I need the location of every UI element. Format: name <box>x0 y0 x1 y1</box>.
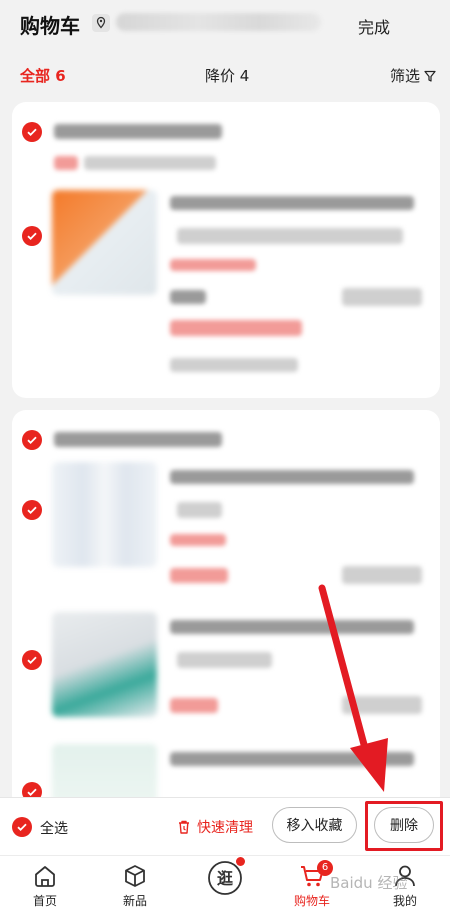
tab-new-label: 新品 <box>122 894 147 908</box>
service-text-blurred <box>170 358 298 372</box>
product-discount-blurred <box>170 534 226 546</box>
tab-home[interactable]: 首页 <box>15 862 75 909</box>
promo-text-blurred <box>84 156 216 170</box>
check-icon <box>27 656 37 664</box>
check-icon <box>17 823 27 831</box>
product-image[interactable] <box>52 612 157 717</box>
header: 购物车 完成 <box>0 0 450 50</box>
browse-glyph: 逛 <box>217 869 233 888</box>
trash-clock-icon <box>179 820 189 834</box>
quantity-stepper-blurred[interactable] <box>342 696 422 714</box>
select-all-checkbox[interactable] <box>12 817 32 837</box>
page-title: 购物车 <box>20 14 80 38</box>
cart-store-card <box>12 102 440 398</box>
check-icon <box>27 506 37 514</box>
filter-tabs: 全部 6 降价 4 筛选 <box>0 56 450 92</box>
check-icon <box>27 128 37 136</box>
filter-icon <box>424 70 436 82</box>
tab-home-label: 首页 <box>32 894 57 908</box>
select-all-label[interactable]: 全选 <box>40 818 68 838</box>
done-button[interactable]: 完成 <box>358 14 390 38</box>
quantity-stepper-blurred[interactable] <box>342 288 422 306</box>
product-title-blurred[interactable] <box>170 196 414 210</box>
product-spec-blurred[interactable] <box>177 228 403 244</box>
cart-store-card <box>12 410 440 810</box>
quick-clean-label: 快速清理 <box>197 820 253 836</box>
promo-price-blurred <box>170 320 302 336</box>
watermark: Baidu 经验 <box>330 874 408 892</box>
product-title-blurred[interactable] <box>170 470 414 484</box>
tab-price-drop[interactable]: 降价 4 <box>205 65 249 86</box>
quick-clean-button[interactable]: 快速清理 <box>176 817 253 837</box>
store-select-checkbox[interactable] <box>22 122 42 142</box>
filter-button[interactable]: 筛选 <box>390 65 436 86</box>
store-name-blurred[interactable] <box>54 432 222 447</box>
move-to-favorites-button[interactable]: 移入收藏 <box>272 807 357 843</box>
delete-button-highlight <box>365 801 443 851</box>
tab-cart-label: 购物车 <box>293 894 330 908</box>
filter-label: 筛选 <box>390 67 421 85</box>
promo-tag-blurred <box>54 156 78 170</box>
item-select-checkbox[interactable] <box>22 500 42 520</box>
location-icon[interactable] <box>92 14 110 32</box>
box-icon <box>125 865 145 887</box>
product-price-blurred <box>170 290 206 304</box>
tab-browse[interactable]: 逛 <box>195 857 255 898</box>
tab-new[interactable]: 新品 <box>105 862 165 909</box>
product-spec-blurred[interactable] <box>177 652 272 668</box>
address-text-blurred[interactable] <box>116 13 321 31</box>
item-select-checkbox[interactable] <box>22 650 42 670</box>
product-price-blurred <box>170 568 228 583</box>
notification-dot <box>236 857 245 866</box>
store-name-blurred[interactable] <box>54 124 222 139</box>
product-image[interactable] <box>52 190 157 295</box>
check-icon <box>27 436 37 444</box>
item-select-checkbox[interactable] <box>22 226 42 246</box>
check-icon <box>27 232 37 240</box>
home-icon <box>35 866 55 887</box>
product-image[interactable] <box>52 462 157 567</box>
product-discount-blurred <box>170 259 256 271</box>
product-spec-blurred[interactable] <box>177 502 222 518</box>
product-title-blurred[interactable] <box>170 752 414 766</box>
store-select-checkbox[interactable] <box>22 430 42 450</box>
tab-profile-label: 我的 <box>392 894 417 908</box>
tab-all[interactable]: 全部 6 <box>20 65 66 86</box>
product-title-blurred[interactable] <box>170 620 414 634</box>
quantity-stepper-blurred[interactable] <box>342 566 422 584</box>
product-price-blurred <box>170 698 218 713</box>
